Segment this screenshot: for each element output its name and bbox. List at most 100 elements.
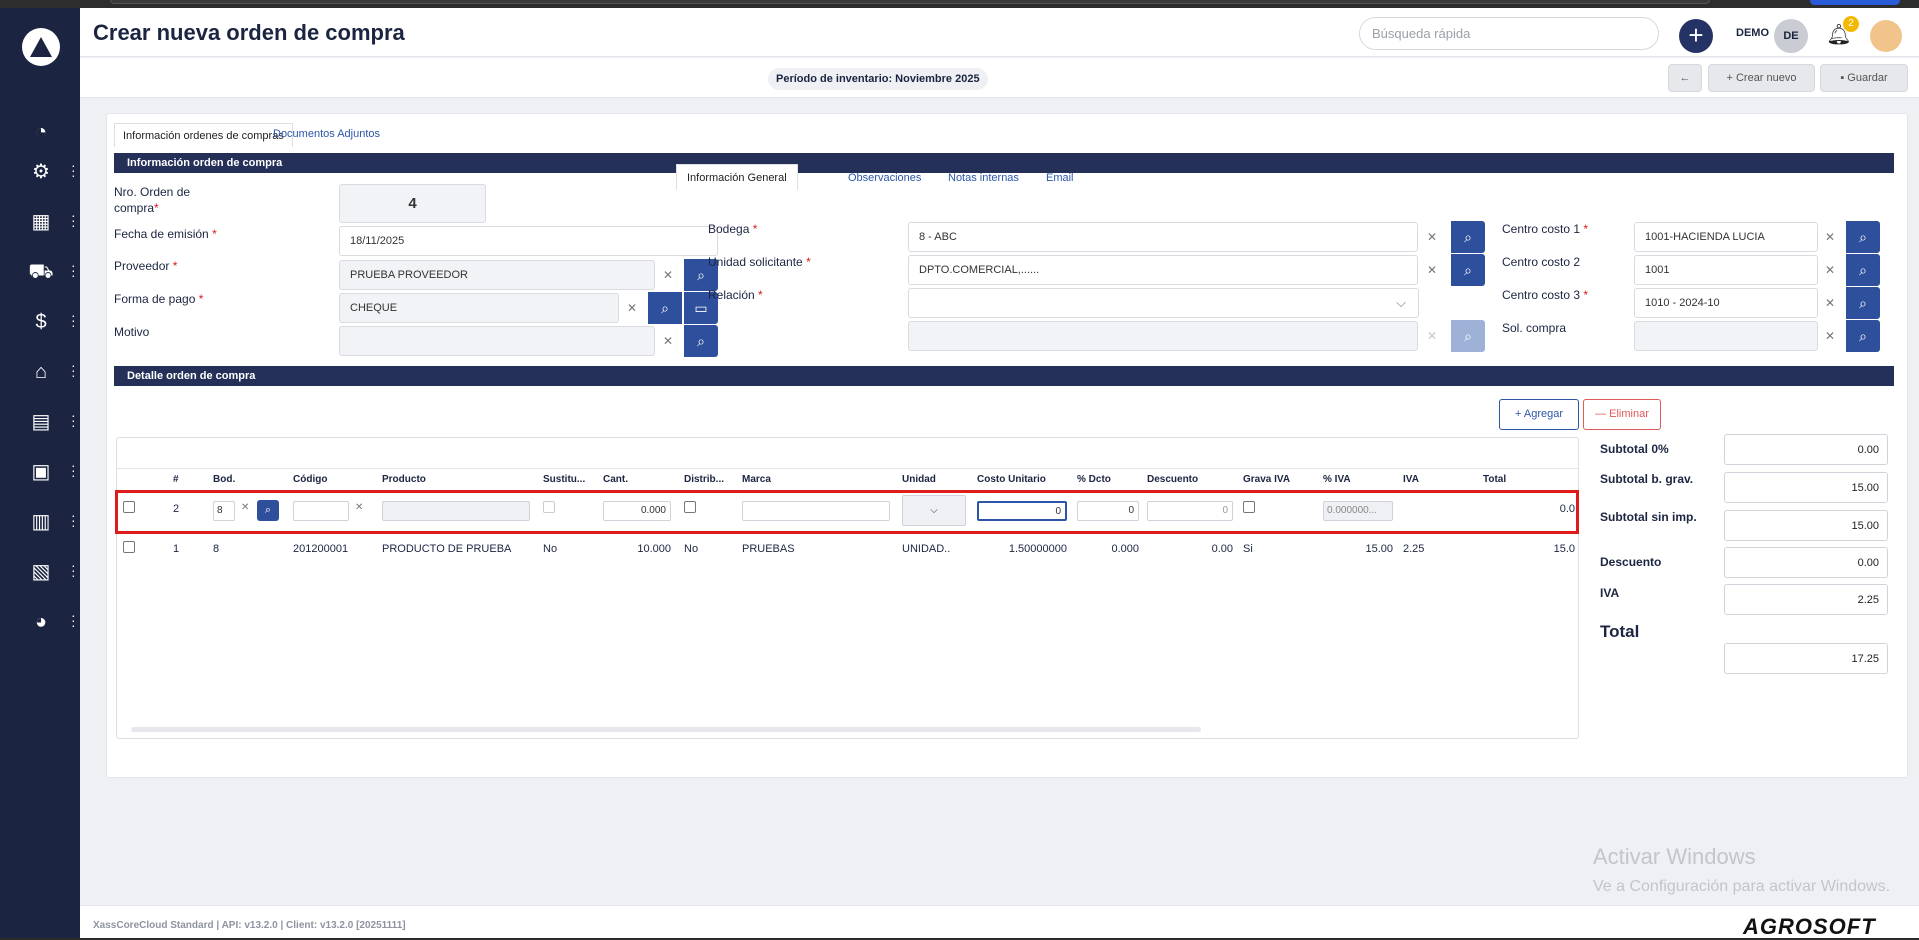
row-checkbox[interactable] — [123, 541, 135, 553]
reason-field[interactable] — [339, 326, 655, 356]
chevron-down-icon[interactable]: ⌵ — [1387, 288, 1415, 318]
clear-icon[interactable]: ✕ — [241, 502, 249, 513]
row-checkbox[interactable] — [123, 501, 135, 513]
search-icon[interactable]: ⌕ — [257, 500, 279, 521]
sidebar-item-money[interactable]: $ · · · — [0, 303, 80, 339]
row-vat-pct: 15.00 — [1365, 543, 1393, 555]
more-icon[interactable]: · · · — [71, 408, 76, 432]
discount-input[interactable]: 0 — [1147, 501, 1233, 521]
tab-attachments[interactable]: Documentos Adjuntos — [273, 128, 380, 140]
more-icon[interactable]: · · · — [71, 258, 76, 282]
search-icon[interactable]: ⌕ — [1451, 221, 1485, 253]
sidebar: ◔ ⚙ · · · ▦ · · · ⛟ · · · $ · · · ⌂ · · · ▤ · · · ▣ · · · ▥ · ·… — [0, 8, 80, 938]
relation-select[interactable] — [908, 288, 1419, 318]
search-icon[interactable]: ⌕ — [648, 292, 682, 324]
search-icon[interactable]: ⌕ — [1846, 320, 1880, 352]
sidebar-item-building[interactable]: ▥ · · · — [0, 503, 80, 539]
code-input[interactable] — [293, 501, 349, 521]
more-icon[interactable]: · · · — [71, 458, 76, 482]
sidebar-item-cart[interactable]: ⛟ · · · — [0, 253, 80, 289]
bod-input[interactable]: 8 — [213, 501, 235, 521]
more-icon[interactable]: · · · — [71, 308, 76, 332]
more-icon[interactable]: · · · — [71, 558, 76, 582]
more-icon[interactable]: · · · — [71, 508, 76, 532]
table-header-divider — [117, 468, 1578, 469]
relation-detail-field[interactable] — [908, 321, 1418, 351]
add-row-button[interactable]: + Agregar — [1499, 399, 1579, 430]
clear-icon[interactable]: ✕ — [1816, 321, 1844, 351]
clear-icon[interactable]: ✕ — [1418, 255, 1446, 285]
avatar[interactable]: DE — [1774, 19, 1808, 53]
vat-pct-input[interactable]: 0.000000... — [1323, 501, 1393, 521]
cost-center-2-field[interactable]: 1001 — [1634, 255, 1818, 285]
cash-register-icon: ▤ — [31, 411, 51, 433]
clear-icon[interactable]: ✕ — [1418, 222, 1446, 252]
tab-order-info[interactable]: Información ordenes de compras — [114, 123, 293, 147]
clear-icon[interactable]: ✕ — [618, 293, 646, 323]
clear-icon[interactable]: ✕ — [1816, 222, 1844, 252]
app-logo[interactable] — [22, 28, 60, 66]
taxable-checkbox[interactable] — [1243, 501, 1255, 513]
payment-field[interactable]: CHEQUE — [339, 293, 619, 323]
tab-general-info[interactable]: Información General — [676, 164, 798, 190]
distrib-checkbox[interactable] — [684, 501, 696, 513]
save-button[interactable]: ▪ Guardar — [1820, 64, 1908, 92]
cost-center-1-field[interactable]: 1001-HACIENDA LUCIA — [1634, 222, 1818, 252]
search-icon[interactable]: ⌕ — [1846, 221, 1880, 253]
remove-row-button[interactable]: — Eliminar — [1583, 399, 1661, 430]
cart-icon: ⛟ — [28, 261, 54, 283]
search-icon[interactable]: ⌕ — [1846, 254, 1880, 286]
sidebar-item-receipt[interactable]: ▧ · · · — [0, 553, 80, 589]
notification-badge: 2 — [1843, 16, 1859, 32]
search-icon[interactable]: ⌕ — [684, 325, 718, 357]
back-button[interactable]: ← — [1668, 64, 1702, 92]
row-distrib: No — [684, 543, 699, 555]
sidebar-item-calculator[interactable]: ▦ · · · — [0, 203, 80, 239]
provider-field[interactable]: PRUEBA PROVEEDOR — [339, 260, 655, 290]
emission-date-field[interactable]: 18/11/2025 — [339, 226, 718, 256]
col-qty: Cant. — [603, 474, 628, 485]
vat-total-label: IVA — [1600, 586, 1620, 600]
tab-internal-notes[interactable]: Notas internas — [948, 172, 1019, 184]
sidebar-item-reports[interactable]: ◕ · · · — [0, 603, 80, 639]
clear-icon[interactable]: ✕ — [355, 502, 363, 513]
settings-icon: ⚙ — [32, 161, 50, 183]
more-icon[interactable]: · · · — [71, 208, 76, 232]
sidebar-item-store[interactable]: ⌂ · · · — [0, 353, 80, 389]
clear-icon[interactable]: ✕ — [1816, 255, 1844, 285]
clear-icon[interactable]: ✕ — [654, 260, 682, 290]
sidebar-item-box[interactable]: ▣ · · · — [0, 453, 80, 489]
quick-search-input[interactable]: Búsqueda rápida — [1359, 17, 1659, 50]
horizontal-scrollbar[interactable] — [131, 727, 1201, 732]
unit-cost-input[interactable]: 0 — [977, 501, 1067, 521]
more-icon[interactable]: · · · — [71, 158, 76, 182]
address-bar[interactable] — [110, 0, 1710, 4]
search-icon[interactable]: ⌕ — [1846, 287, 1880, 319]
tab-observations[interactable]: Observaciones — [848, 172, 921, 184]
browser-button[interactable] — [1810, 0, 1900, 5]
create-new-button[interactable]: + Crear nuevo — [1708, 64, 1815, 92]
footer: XassCoreCloud Standard | API: v13.2.0 | … — [80, 905, 1919, 939]
unit-select[interactable]: ⌵ — [902, 495, 966, 526]
add-button[interactable]: + — [1679, 19, 1713, 53]
discount-pct-input[interactable]: 0 — [1077, 501, 1139, 521]
sidebar-item-dashboard[interactable]: ◔ — [0, 113, 80, 149]
sidebar-item-settings[interactable]: ⚙ · · · — [0, 153, 80, 189]
brand-input[interactable] — [742, 501, 890, 521]
user-avatar[interactable] — [1870, 20, 1902, 52]
chevron-down-icon: ⌵ — [930, 505, 938, 516]
qty-input[interactable]: 0.000 — [603, 501, 671, 521]
col-discount: Descuento — [1147, 474, 1199, 485]
more-icon[interactable]: · · · — [71, 358, 76, 382]
clear-icon[interactable]: ✕ — [654, 326, 682, 356]
cost-center-3-field[interactable]: 1010 - 2024-10 — [1634, 288, 1818, 318]
warehouse-field[interactable]: 8 - ABC — [908, 222, 1418, 252]
tab-email[interactable]: Email — [1046, 172, 1074, 184]
substitute-checkbox — [543, 501, 555, 513]
search-icon[interactable]: ⌕ — [1451, 254, 1485, 286]
sidebar-item-cash-register[interactable]: ▤ · · · — [0, 403, 80, 439]
unit-field[interactable]: DPTO.COMERCIAL,...... — [908, 255, 1418, 285]
purchase-request-field[interactable] — [1634, 321, 1818, 351]
more-icon[interactable]: · · · — [71, 608, 76, 632]
clear-icon[interactable]: ✕ — [1816, 288, 1844, 318]
